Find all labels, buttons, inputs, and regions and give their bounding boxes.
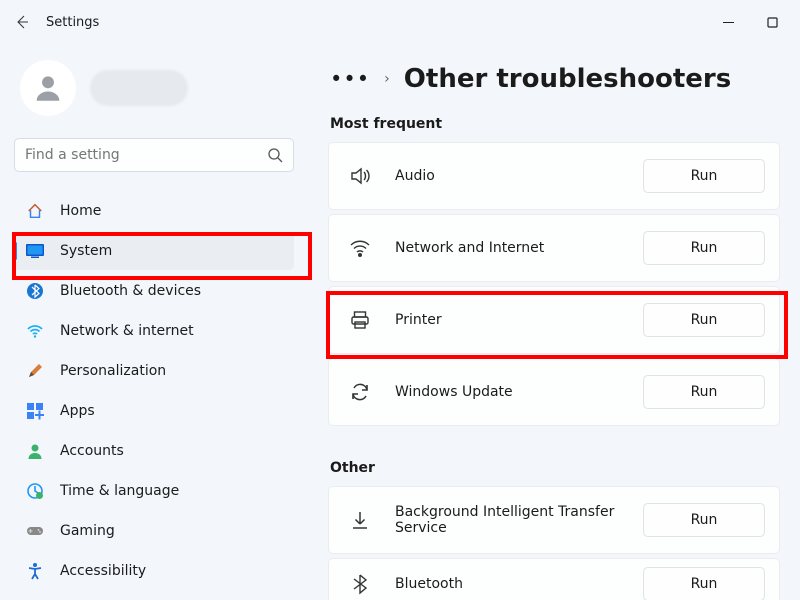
accounts-icon: [26, 442, 44, 460]
minimize-icon: [723, 17, 734, 28]
other-list: Background Intelligent Transfer Service …: [328, 486, 790, 600]
search-input[interactable]: [25, 147, 267, 163]
search-box[interactable]: [14, 138, 294, 172]
nav-item-apps[interactable]: Apps: [14, 392, 294, 430]
nav-label: Accessibility: [60, 563, 146, 579]
gamepad-icon: [26, 522, 44, 540]
troubleshooter-label: Printer: [395, 312, 643, 328]
person-icon: [31, 71, 65, 105]
troubleshooter-card-audio[interactable]: Audio Run: [328, 142, 780, 210]
chevron-right-icon: ›: [384, 71, 390, 87]
run-button[interactable]: Run: [643, 503, 765, 537]
nav-label: Accounts: [60, 443, 124, 459]
troubleshooter-card-network[interactable]: Network and Internet Run: [328, 214, 780, 282]
troubleshooter-label: Audio: [395, 168, 643, 184]
minimize-button[interactable]: [706, 6, 750, 38]
troubleshooter-label: Bluetooth: [395, 576, 643, 592]
wifi-icon: [26, 322, 44, 340]
arrow-left-icon: [14, 14, 30, 30]
nav-label: Time & language: [60, 483, 179, 499]
paintbrush-icon: [26, 362, 44, 380]
window-title: Settings: [46, 15, 99, 30]
run-button[interactable]: Run: [643, 375, 765, 409]
most-frequent-list: Audio Run Network and Internet Run Print…: [328, 142, 790, 426]
section-label-most-frequent: Most frequent: [330, 116, 790, 132]
troubleshooter-label: Background Intelligent Transfer Service: [395, 504, 643, 536]
nav-item-accessibility[interactable]: Accessibility: [14, 552, 294, 590]
network-icon: [349, 237, 371, 259]
nav: Home System Bluetooth & devices Network …: [14, 192, 302, 590]
nav-label: System: [60, 243, 112, 259]
apps-icon: [26, 402, 44, 420]
troubleshooter-card-bluetooth[interactable]: Bluetooth Run: [328, 558, 780, 600]
nav-item-network[interactable]: Network & internet: [14, 312, 294, 350]
breadcrumb: ••• › Other troubleshooters: [330, 64, 790, 94]
sidebar: Home System Bluetooth & devices Network …: [0, 44, 310, 600]
run-button[interactable]: Run: [643, 567, 765, 600]
titlebar: Settings: [0, 0, 800, 44]
profile-name-redacted: [90, 70, 188, 106]
download-icon: [349, 509, 371, 531]
nav-label: Bluetooth & devices: [60, 283, 201, 299]
accessibility-icon: [26, 562, 44, 580]
troubleshooter-card-bits[interactable]: Background Intelligent Transfer Service …: [328, 486, 780, 554]
profile[interactable]: [20, 60, 302, 116]
troubleshooter-card-windows-update[interactable]: Windows Update Run: [328, 358, 780, 426]
run-button[interactable]: Run: [643, 231, 765, 265]
nav-item-system[interactable]: System: [14, 232, 294, 270]
nav-item-gaming[interactable]: Gaming: [14, 512, 294, 550]
nav-item-accounts[interactable]: Accounts: [14, 432, 294, 470]
nav-label: Apps: [60, 403, 95, 419]
avatar: [20, 60, 76, 116]
printer-icon: [349, 309, 371, 331]
update-icon: [349, 381, 371, 403]
home-icon: [26, 202, 44, 220]
troubleshooter-card-printer[interactable]: Printer Run: [328, 286, 780, 354]
nav-label: Gaming: [60, 523, 115, 539]
nav-item-home[interactable]: Home: [14, 192, 294, 230]
page-title: Other troubleshooters: [404, 64, 731, 94]
clock-globe-icon: [26, 482, 44, 500]
maximize-button[interactable]: [750, 6, 794, 38]
nav-label: Personalization: [60, 363, 166, 379]
search-icon: [267, 147, 283, 163]
nav-label: Network & internet: [60, 323, 194, 339]
nav-item-personalization[interactable]: Personalization: [14, 352, 294, 390]
bluetooth-icon: [349, 573, 371, 595]
audio-icon: [349, 165, 371, 187]
system-icon: [26, 242, 44, 260]
nav-item-bluetooth[interactable]: Bluetooth & devices: [14, 272, 294, 310]
troubleshooter-label: Network and Internet: [395, 240, 643, 256]
run-button[interactable]: Run: [643, 303, 765, 337]
breadcrumb-more[interactable]: •••: [330, 67, 370, 91]
troubleshooter-label: Windows Update: [395, 384, 643, 400]
nav-label: Home: [60, 203, 101, 219]
nav-item-time-language[interactable]: Time & language: [14, 472, 294, 510]
window-controls: [706, 6, 794, 38]
maximize-icon: [767, 17, 778, 28]
back-button[interactable]: [6, 6, 38, 38]
bluetooth-icon: [26, 282, 44, 300]
run-button[interactable]: Run: [643, 159, 765, 193]
section-label-other: Other: [330, 460, 790, 476]
content: ••• › Other troubleshooters Most frequen…: [310, 44, 800, 600]
